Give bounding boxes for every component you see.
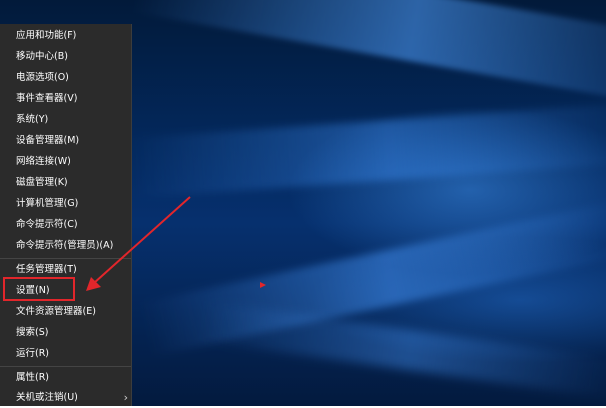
menu-item-command-prompt-admin[interactable]: 命令提示符(管理员)(A): [0, 236, 131, 256]
menu-item-system[interactable]: 系统(Y): [0, 110, 131, 130]
menu-item-file-explorer[interactable]: 文件资源管理器(E): [0, 302, 131, 322]
menu-item-power-options[interactable]: 电源选项(O): [0, 68, 131, 88]
menu-item-event-viewer[interactable]: 事件查看器(V): [0, 89, 131, 109]
menu-item-mobility-center[interactable]: 移动中心(B): [0, 47, 131, 67]
menu-item-command-prompt[interactable]: 命令提示符(C): [0, 215, 131, 235]
menu-item-search[interactable]: 搜索(S): [0, 323, 131, 343]
wallpaper-light-beam: [128, 101, 606, 199]
highlight-box-annotation: [3, 277, 75, 301]
winx-context-menu: 应用和功能(F) 移动中心(B) 电源选项(O) 事件查看器(V) 系统(Y) …: [0, 24, 132, 406]
menu-divider: [0, 366, 131, 367]
menu-item-device-manager[interactable]: 设备管理器(M): [0, 131, 131, 151]
menu-item-properties[interactable]: 属性(R): [0, 368, 131, 388]
menu-item-shutdown-signout[interactable]: 关机或注销(U) ›: [0, 388, 131, 408]
menu-item-apps-features[interactable]: 应用和功能(F): [0, 26, 131, 46]
menu-item-disk-management[interactable]: 磁盘管理(K): [0, 173, 131, 193]
menu-divider: [0, 258, 131, 259]
menu-item-label: 关机或注销(U): [16, 392, 78, 403]
wallpaper-light-beam: [132, 0, 606, 110]
wallpaper-light-beam: [139, 198, 606, 357]
menu-item-computer-management[interactable]: 计算机管理(G): [0, 194, 131, 214]
chevron-right-icon: ›: [123, 391, 128, 404]
wallpaper-light-beam: [199, 300, 606, 400]
cursor-marker-icon: [260, 282, 266, 288]
menu-item-run[interactable]: 运行(R): [0, 344, 131, 364]
menu-item-network-connections[interactable]: 网络连接(W): [0, 152, 131, 172]
